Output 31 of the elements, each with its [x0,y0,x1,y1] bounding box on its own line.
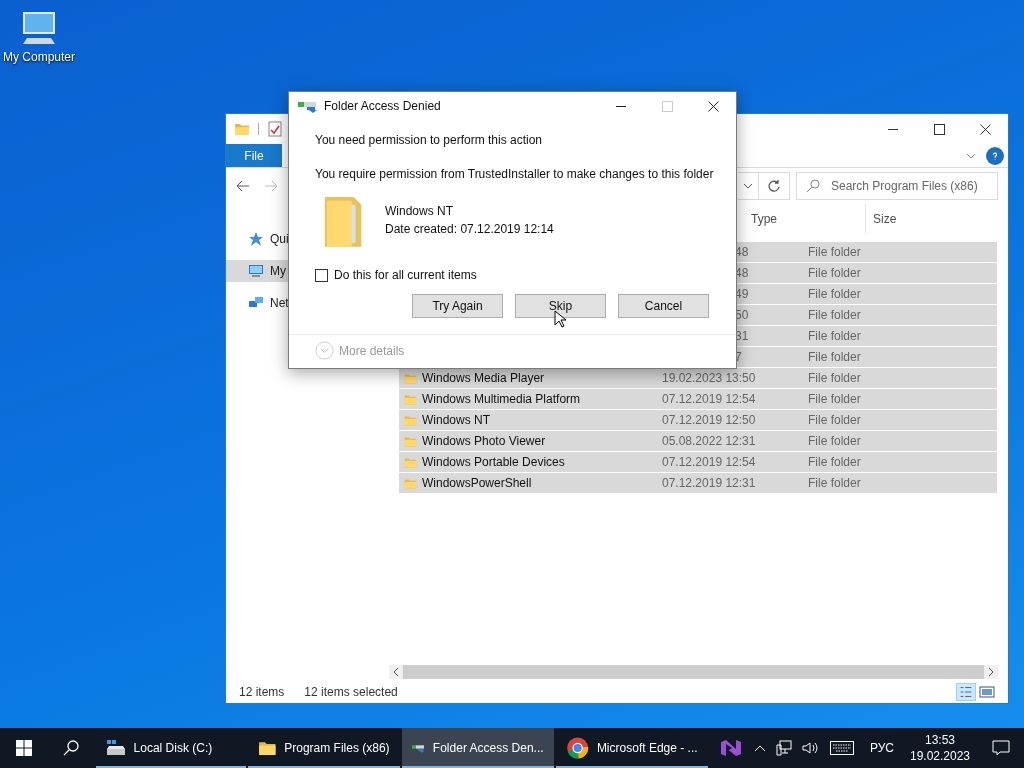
file-name: Windows NT [422,412,490,429]
file-name: Windows Portable Devices [422,454,565,471]
file-type: File folder [808,370,861,387]
file-type: File folder [808,328,861,345]
file-type: File folder [808,475,861,492]
file-name: WindowsPowerShell [422,475,532,492]
dialog-heading: You need permission to perform this action [315,132,543,149]
file-type: File folder [808,286,861,303]
file-name: Windows Media Player [422,370,545,387]
file-type: File folder [808,412,861,429]
file-name: Windows Multimedia Platform [422,391,581,408]
date-modified: 07.12.2019 12:54 [662,455,756,469]
file-type: File folder [808,244,861,261]
file-type: File folder [808,433,861,450]
date-modified: 05.08.2022 12:31 [662,434,756,448]
item-count: 12 items [239,684,285,701]
file-type: File folder [808,391,861,408]
file-type: File folder [808,349,861,366]
date-modified: 07.12.2019 12:50 [662,413,756,427]
file-name: Windows Photo Viewer [422,433,546,450]
date-modified: 07.12.2019 12:54 [662,392,756,406]
dialog-title: Folder Access Denied [324,98,441,115]
file-type: File folder [808,265,861,282]
checkbox-label: Do this for all current items [334,267,477,284]
selection-count: 12 items selected [304,684,398,701]
folder-name: Windows NT [385,203,454,220]
file-type: File folder [808,307,861,324]
date-modified: 07.12.2019 12:31 [662,476,756,490]
date-modified: 19.02.2023 13:50 [662,371,756,385]
file-type: File folder [808,454,861,471]
date-created: Date created: 07.12.2019 12:14 [385,221,554,238]
